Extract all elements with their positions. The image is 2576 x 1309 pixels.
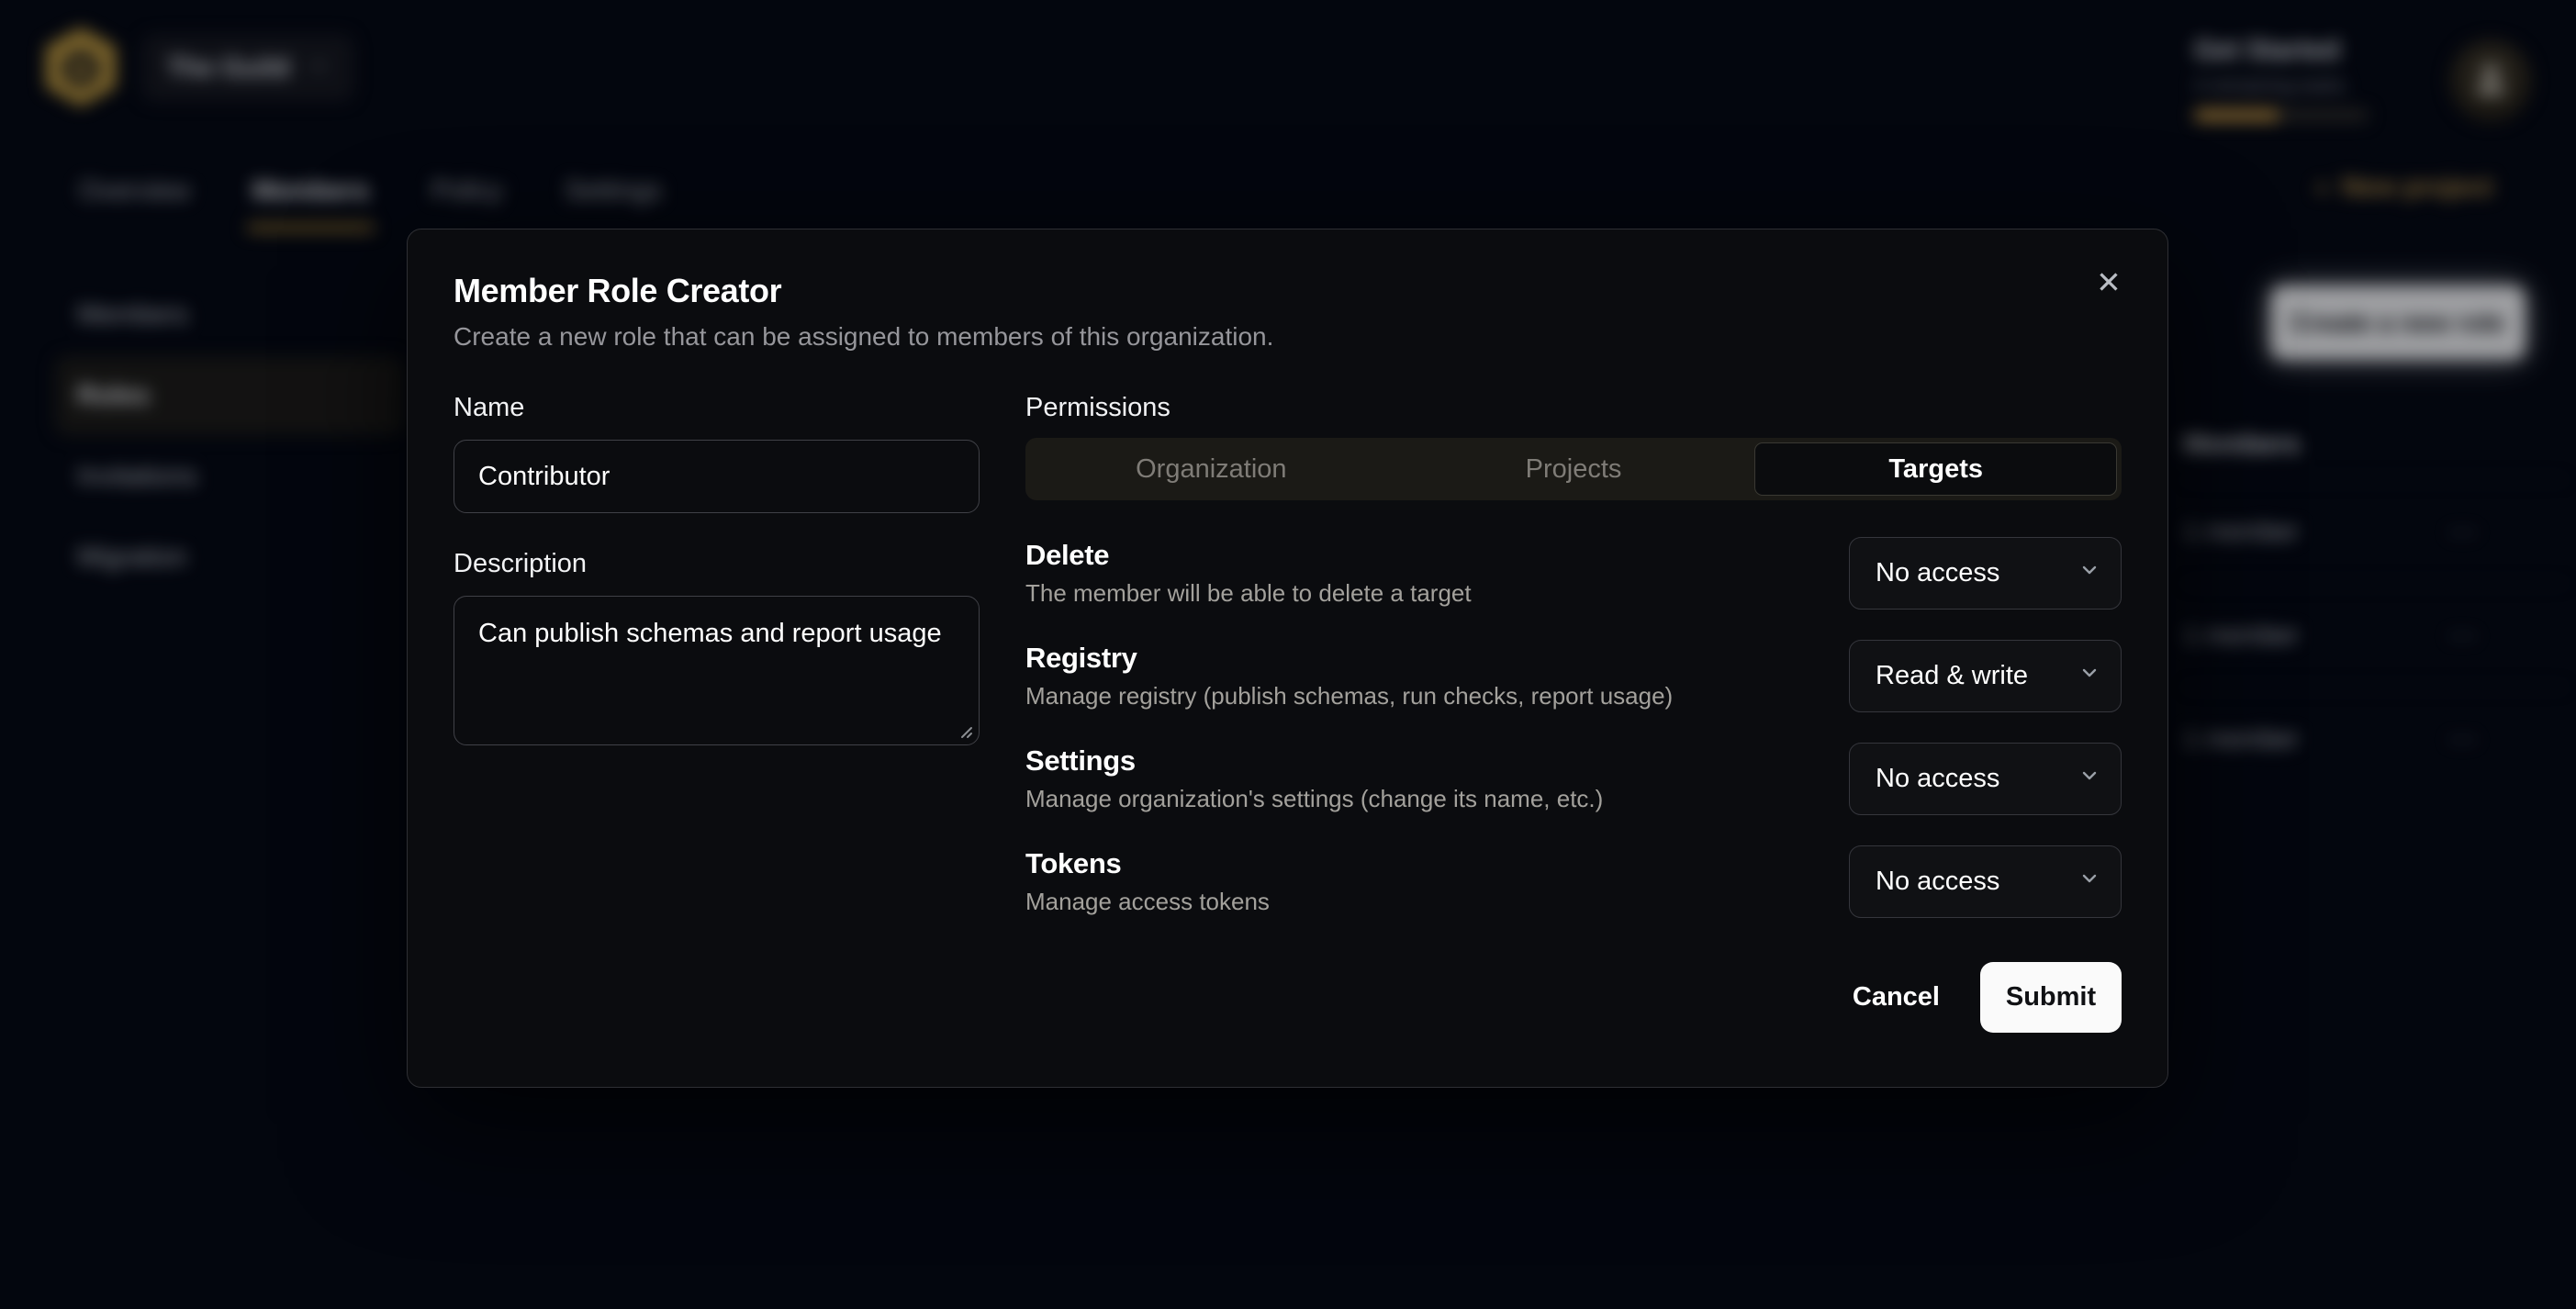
registry-access-select[interactable]: Read & write (1849, 640, 2122, 712)
resize-grip-icon[interactable] (956, 722, 974, 740)
tab-targets[interactable]: Targets (1754, 442, 2117, 496)
select-value: No access (1876, 764, 1999, 794)
permission-title: Registry (1025, 642, 1673, 675)
permission-rows: Delete The member will be able to delete… (1025, 537, 2122, 918)
chevron-down-icon (2078, 867, 2100, 897)
dialog-title: Member Role Creator (454, 272, 2122, 310)
permission-row-delete: Delete The member will be able to delete… (1025, 537, 2122, 610)
dialog-subtitle: Create a new role that can be assigned t… (454, 322, 2122, 352)
permission-description: Manage access tokens (1025, 888, 1270, 916)
permission-texts: Tokens Manage access tokens (1025, 847, 1270, 916)
permission-description: Manage registry (publish schemas, run ch… (1025, 682, 1673, 710)
permission-description: The member will be able to delete a targ… (1025, 579, 1472, 608)
name-label: Name (454, 392, 980, 423)
role-form: Name Description Can publish schemas and… (454, 392, 2122, 1033)
role-identity-column: Name Description Can publish schemas and… (454, 392, 980, 1033)
permission-title: Settings (1025, 744, 1603, 778)
select-value: No access (1876, 867, 1999, 897)
select-value: No access (1876, 558, 1999, 588)
permission-row-settings: Settings Manage organization's settings … (1025, 743, 2122, 815)
description-input[interactable]: Can publish schemas and report usage (454, 596, 980, 745)
cancel-button[interactable]: Cancel (1825, 962, 1967, 1033)
permission-description: Manage organization's settings (change i… (1025, 785, 1603, 813)
permission-texts: Delete The member will be able to delete… (1025, 539, 1472, 608)
delete-access-select[interactable]: No access (1849, 537, 2122, 610)
permission-title: Tokens (1025, 847, 1270, 880)
chevron-down-icon (2078, 764, 2100, 794)
permission-row-tokens: Tokens Manage access tokens No access (1025, 845, 2122, 918)
member-role-creator-dialog: ✕ Member Role Creator Create a new role … (407, 229, 2168, 1088)
tokens-access-select[interactable]: No access (1849, 845, 2122, 918)
chevron-down-icon (2078, 661, 2100, 691)
permission-title: Delete (1025, 539, 1472, 572)
close-icon[interactable]: ✕ (2087, 261, 2131, 305)
chevron-down-icon (2078, 558, 2100, 588)
permission-texts: Settings Manage organization's settings … (1025, 744, 1603, 813)
permission-row-registry: Registry Manage registry (publish schema… (1025, 640, 2122, 712)
select-value: Read & write (1876, 661, 2028, 691)
dialog-footer: Cancel Submit (1025, 962, 2122, 1033)
permission-texts: Registry Manage registry (publish schema… (1025, 642, 1673, 710)
permissions-column: Permissions Organization Projects Target… (1025, 392, 2122, 1033)
permissions-scope-tabs: Organization Projects Targets (1025, 438, 2122, 500)
tab-organization[interactable]: Organization (1030, 442, 1393, 496)
description-field-wrapper: Can publish schemas and report usage (454, 596, 980, 745)
permissions-label: Permissions (1025, 392, 2122, 423)
tab-projects[interactable]: Projects (1393, 442, 1755, 496)
description-label: Description (454, 548, 980, 579)
settings-access-select[interactable]: No access (1849, 743, 2122, 815)
name-input[interactable] (454, 440, 980, 513)
submit-button[interactable]: Submit (1980, 962, 2122, 1033)
